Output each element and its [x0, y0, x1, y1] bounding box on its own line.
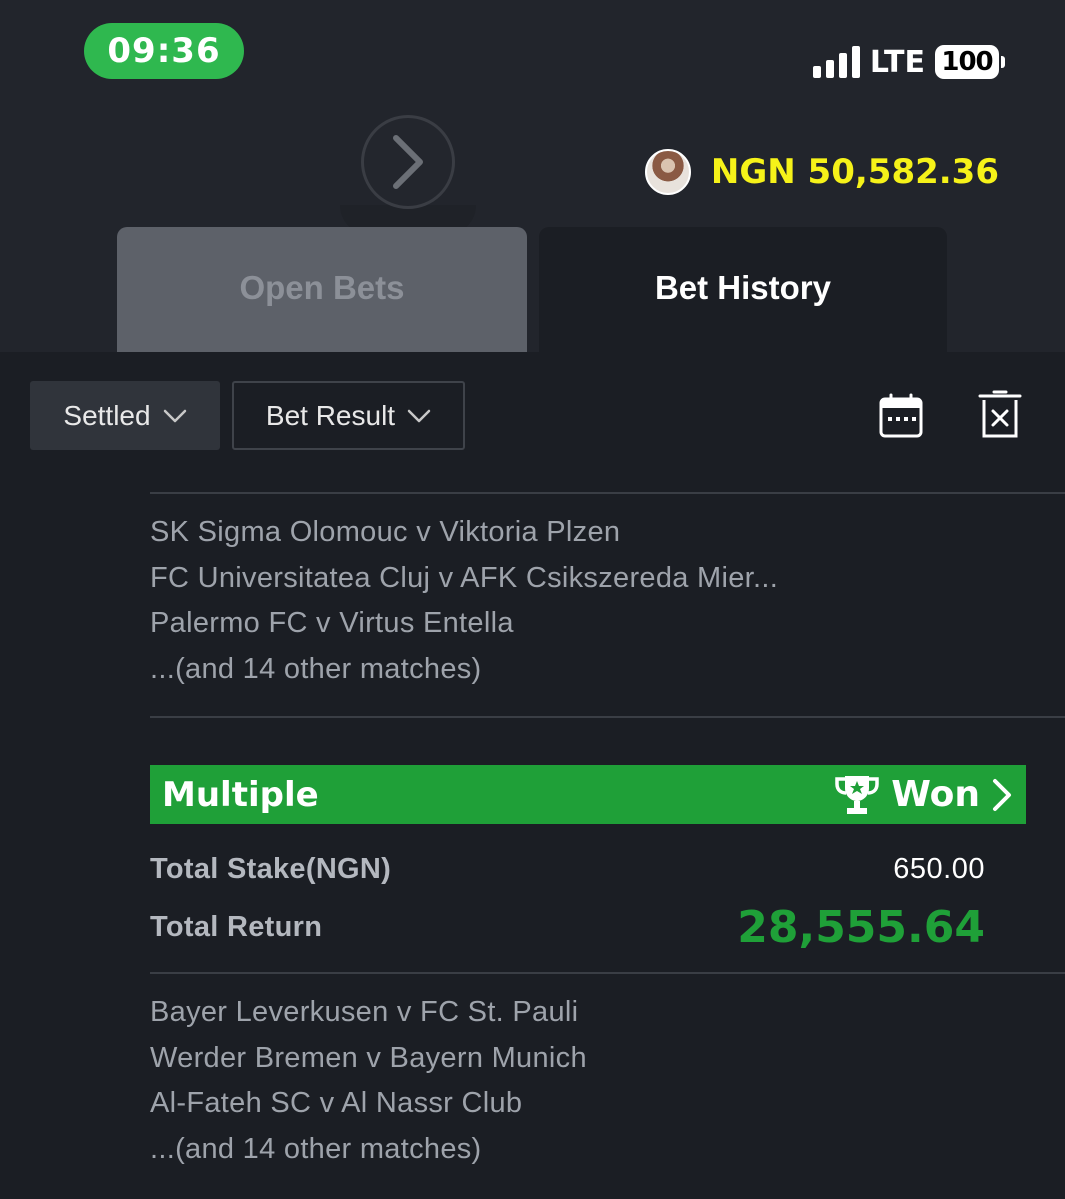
- total-stake-row: Total Stake(NGN) 650.00: [150, 846, 985, 892]
- tab-bet-history[interactable]: Bet History: [539, 227, 947, 352]
- avatar[interactable]: [644, 149, 691, 195]
- tab-open-bets[interactable]: Open Bets: [117, 227, 527, 352]
- calendar-icon[interactable]: [878, 393, 924, 439]
- chevron-down-icon: [163, 409, 186, 422]
- total-return-label: Total Return: [150, 910, 323, 943]
- chevron-right-icon: [993, 778, 1011, 811]
- nav-forward-button[interactable]: [361, 115, 455, 209]
- total-return-value: 28,555.64: [737, 901, 985, 953]
- match-item: Werder Bremen v Bayern Munich: [150, 1041, 587, 1074]
- bet-status: Won: [833, 774, 1014, 816]
- balance-display[interactable]: NGN 50,582.36: [644, 148, 999, 196]
- chevron-down-icon: [407, 409, 431, 422]
- network-label: LTE: [869, 44, 925, 80]
- chevron-right-icon: [393, 135, 423, 189]
- more-matches-label: ...(and 14 other matches): [150, 1132, 482, 1165]
- balance-amount: NGN 50,582.36: [710, 152, 999, 192]
- won-label: Won: [891, 774, 980, 815]
- bet-header-banner[interactable]: Multiple Won: [150, 765, 1026, 824]
- settled-filter-label: Settled: [63, 399, 151, 431]
- total-return-row: Total Return 28,555.64: [150, 898, 985, 956]
- status-indicators: LTE 100: [812, 40, 1005, 84]
- trophy-icon: [835, 775, 879, 814]
- total-stake-value: 650.00: [893, 852, 985, 885]
- divider: [150, 972, 1065, 974]
- match-item: Palermo FC v Virtus Entella: [150, 607, 514, 639]
- bet-2-match-list[interactable]: Bayer Leverkusen v FC St. Pauli Werder B…: [150, 990, 850, 1172]
- bet-1-match-list[interactable]: SK Sigma Olomouc v Viktoria Plzen FC Uni…: [150, 510, 850, 692]
- battery-icon: 100: [935, 45, 1005, 79]
- match-item: FC Universitatea Cluj v AFK Csikszereda …: [150, 561, 779, 594]
- match-item: Bayer Leverkusen v FC St. Pauli: [150, 996, 579, 1028]
- settled-filter-dropdown[interactable]: Settled: [30, 381, 220, 450]
- match-item: SK Sigma Olomouc v Viktoria Plzen: [150, 516, 621, 548]
- signal-icon: [812, 46, 860, 78]
- match-item: Al-Fateh SC v Al Nassr Club: [150, 1087, 523, 1119]
- divider: [150, 716, 1065, 718]
- more-matches-label: ...(and 14 other matches): [150, 652, 482, 685]
- bet-result-filter-dropdown[interactable]: Bet Result: [232, 381, 465, 450]
- total-stake-label: Total Stake(NGN): [150, 852, 392, 885]
- bet-result-filter-label: Bet Result: [265, 399, 396, 431]
- divider: [150, 492, 1065, 494]
- bet-type-label: Multiple: [162, 774, 319, 815]
- status-time: 09:36: [84, 23, 244, 79]
- clear-filter-icon[interactable]: [978, 390, 1022, 440]
